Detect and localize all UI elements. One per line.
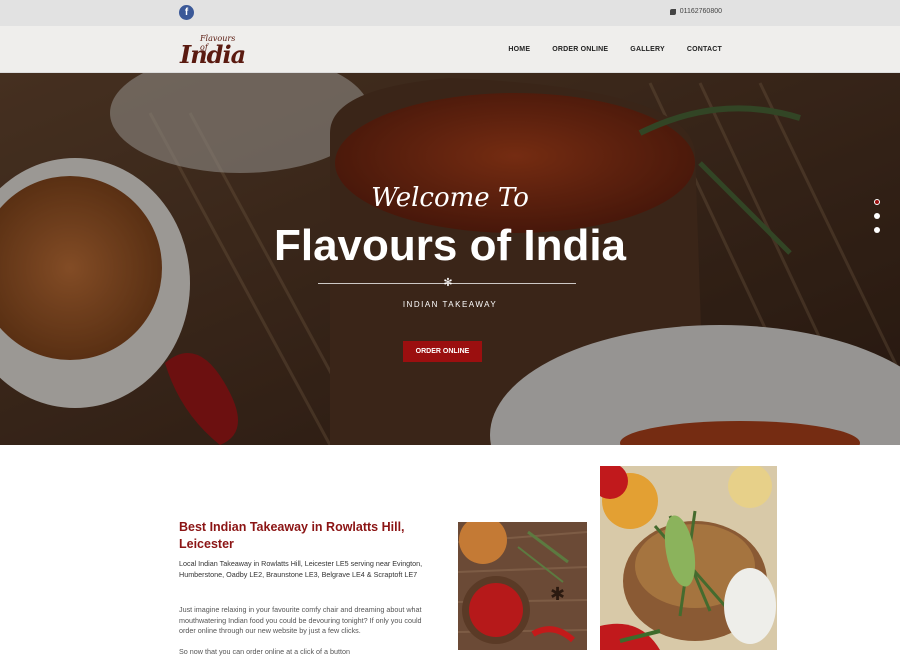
nav-menu: HOME ORDER ONLINE GALLERY CONTACT — [508, 46, 722, 53]
intro-paragraph-3: So now that you can order online at a cl… — [179, 647, 351, 656]
intro-heading: Best Indian Takeaway in Rowlatts Hill, L… — [179, 520, 405, 551]
hero-welcome: Welcome To — [371, 183, 529, 213]
nav-order-online[interactable]: ORDER ONLINE — [552, 46, 608, 53]
nav-contact[interactable]: CONTACT — [687, 46, 722, 53]
nav-home[interactable]: HOME — [508, 46, 530, 53]
herbs-bowl-image — [600, 466, 777, 650]
hero-title: Flavours of India — [273, 221, 627, 270]
phone-number[interactable]: 01162760800 — [680, 8, 722, 15]
svg-text:✱: ✱ — [550, 584, 565, 604]
slide-dot-1[interactable] — [874, 199, 880, 205]
hero-subtitle: INDIAN TAKEAWAY — [402, 300, 498, 309]
slider-dots — [874, 199, 880, 233]
spices-bowls-image: ✱ — [458, 522, 587, 650]
phone-contact[interactable]: 01162760800 — [669, 8, 722, 15]
nav-gallery[interactable]: GALLERY — [630, 46, 665, 53]
hero-banner: Welcome To Flavours of India ✻ INDIAN TA… — [0, 73, 900, 445]
logo-title: India — [180, 40, 246, 69]
slide-dot-3[interactable] — [874, 227, 880, 233]
facebook-icon[interactable]: f — [179, 5, 194, 20]
top-bar: f 01162760800 — [0, 0, 900, 26]
intro-paragraph-2: Just imagine relaxing in your favourite … — [179, 605, 422, 635]
main-navigation: Flavours of India HOME ORDER ONLINE GALL… — [0, 26, 900, 73]
intro-paragraph-1: Local Indian Takeaway in Rowlatts Hill, … — [179, 559, 423, 579]
order-online-button[interactable]: ORDER ONLINE — [403, 341, 482, 362]
intro-section: Best Indian Takeaway in Rowlatts Hill, L… — [0, 445, 900, 656]
slide-dot-2[interactable] — [874, 213, 880, 219]
flower-icon: ✻ — [443, 276, 453, 289]
phone-icon — [669, 8, 676, 15]
site-logo[interactable]: Flavours of India — [180, 32, 246, 69]
